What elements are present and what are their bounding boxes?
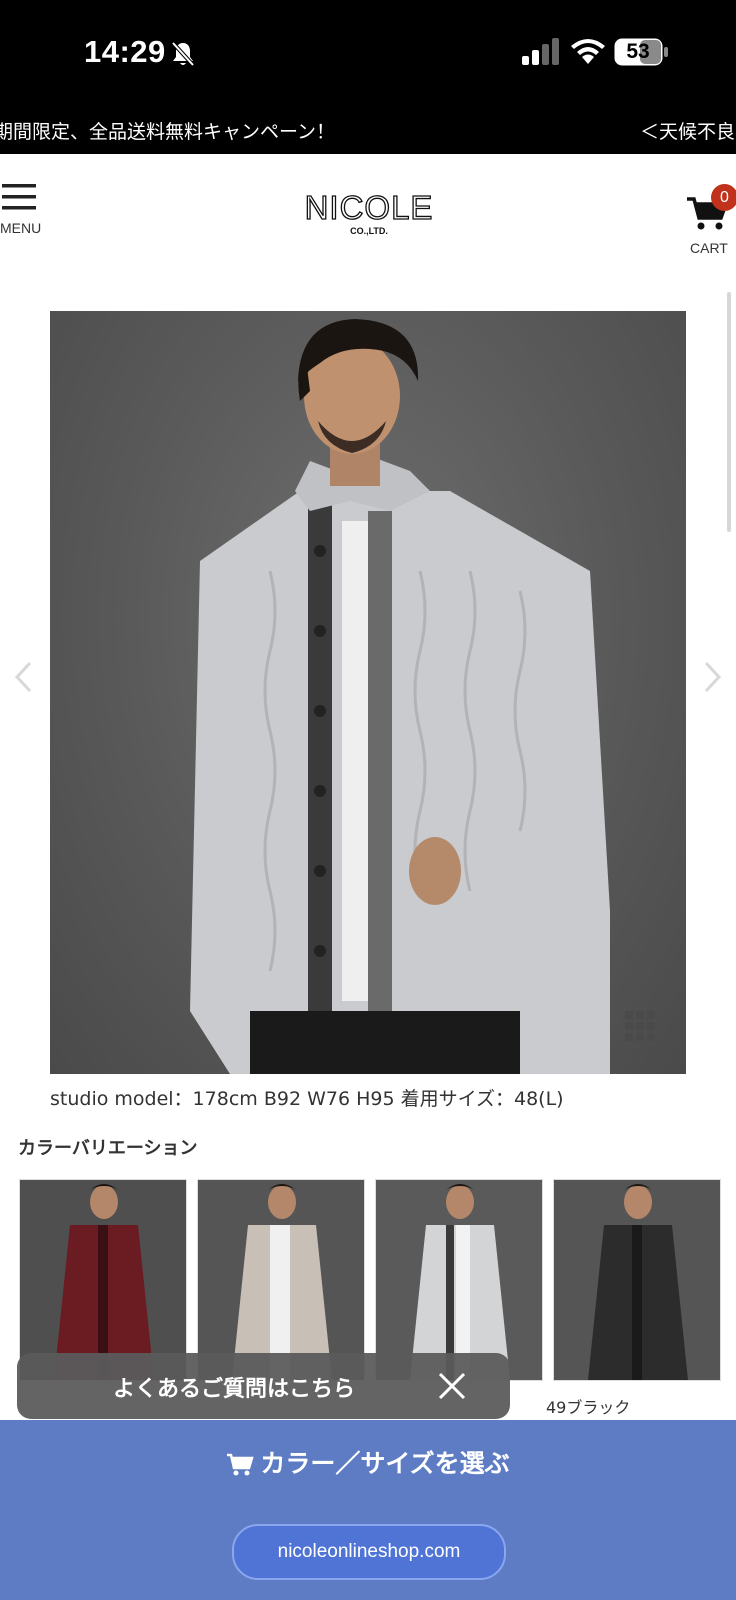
scrollbar[interactable] (727, 292, 731, 532)
faq-popup[interactable]: よくあるご質問はこちら (17, 1353, 510, 1419)
bell-slash-icon (171, 41, 195, 67)
svg-text:CO.,LTD.: CO.,LTD. (350, 226, 388, 236)
site-header: MENU NICOLE CO.,LTD. 0 CART (0, 154, 736, 264)
battery-level: 53 (626, 40, 650, 63)
product-main-image[interactable] (50, 311, 686, 1074)
cart-count-badge: 0 (711, 184, 736, 211)
color-swatch[interactable] (554, 1180, 720, 1380)
chevron-left-icon[interactable] (12, 660, 36, 694)
select-color-size-button[interactable]: カラー／サイズを選ぶ (0, 1436, 736, 1482)
color-swatch[interactable] (198, 1180, 364, 1380)
wifi-icon (571, 39, 605, 64)
select-button-label: カラー／サイズを選ぶ (260, 1449, 510, 1478)
announcement-marquee[interactable]: 期間限定、全品送料無料キャンペーン！ ＜天候不良に (0, 108, 736, 154)
swatch-photo (20, 1180, 186, 1380)
color-swatch[interactable] (376, 1180, 542, 1380)
bottom-action-bar: カラー／サイズを選ぶ nicoleonlineshop.com (0, 1420, 736, 1600)
url-bar[interactable]: nicoleonlineshop.com (232, 1524, 506, 1580)
nicole-logo[interactable]: NICOLE CO.,LTD. (288, 188, 450, 238)
cart-icon (227, 1453, 255, 1476)
status-bar: 14:29 53 (0, 0, 736, 108)
chevron-right-icon[interactable] (700, 660, 724, 694)
color-swatch[interactable] (20, 1180, 186, 1380)
color-variation-title: カラーバリエーション (18, 1138, 198, 1159)
status-time: 14:29 (84, 34, 166, 69)
hamburger-menu-icon (2, 184, 36, 210)
swatch-photo (198, 1180, 364, 1380)
menu-label: MENU (0, 220, 42, 236)
model-caption: studio model：178cm B92 W76 H95 着用サイズ：48(… (50, 1088, 564, 1110)
cart-label: CART (690, 240, 728, 256)
announcement-text-next: ＜天候不良に (640, 121, 736, 143)
model-photo (190, 319, 610, 1074)
close-icon[interactable] (435, 1369, 469, 1403)
announcement-text: 期間限定、全品送料無料キャンペーン！ (0, 121, 336, 143)
swatch-photo (376, 1180, 542, 1380)
swatch-label[interactable]: 49ブラック (546, 1394, 630, 1418)
swatch-photo (554, 1180, 720, 1380)
faq-link[interactable]: よくあるご質問はこちら (113, 1371, 355, 1403)
cart-button[interactable]: 0 CART (684, 168, 736, 256)
grid-icon[interactable] (625, 1011, 655, 1041)
signal-icon (522, 38, 559, 65)
svg-text:NICOLE: NICOLE (305, 189, 434, 226)
